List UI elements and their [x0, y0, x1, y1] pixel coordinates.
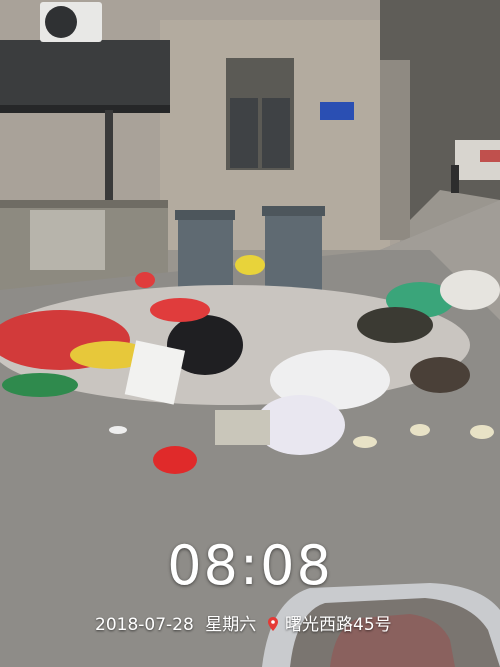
street-sign: [320, 102, 354, 120]
awning: [0, 40, 170, 110]
timestamp-info: 2018-07-28 星期六 曙光西路45号: [95, 610, 398, 635]
trash-bin-right: [265, 212, 322, 290]
street-photo: 08:08 2018-07-28 星期六 曙光西路45号: [0, 0, 500, 667]
trash-bin-left: [178, 215, 233, 293]
pedestrian: [451, 165, 459, 193]
timestamp-time: 08:08: [167, 534, 333, 597]
map-pin-icon: [267, 617, 278, 631]
timestamp-location: 曙光西路45号: [285, 615, 392, 635]
timestamp-date: 2018-07-28: [95, 615, 194, 635]
timestamp-weekday: 星期六: [205, 615, 257, 635]
